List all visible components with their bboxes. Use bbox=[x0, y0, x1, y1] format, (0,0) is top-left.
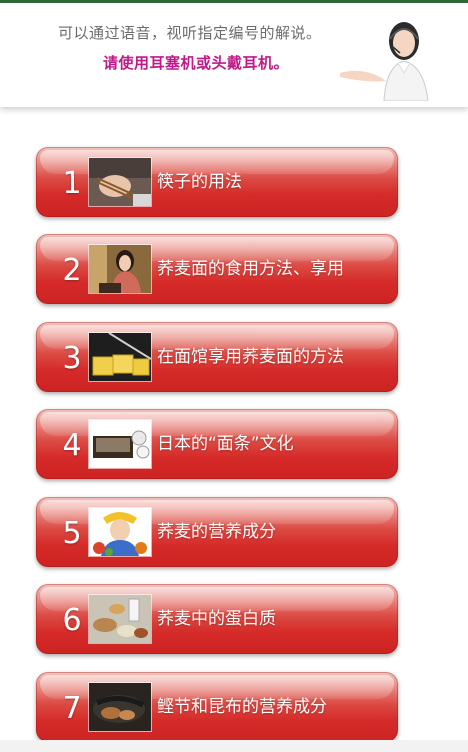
zaru-soba-photo bbox=[88, 419, 152, 469]
item-number: 5 bbox=[62, 516, 82, 551]
item-label: 在面馆享用荞麦面的方法 bbox=[157, 347, 344, 367]
bottom-strip bbox=[0, 740, 468, 752]
item-number: 4 bbox=[62, 428, 82, 463]
protein-foods-photo bbox=[88, 594, 152, 644]
item-label: 荞麦中的蛋白质 bbox=[157, 609, 276, 629]
item-number: 7 bbox=[62, 691, 82, 726]
menu-item-3[interactable]: 3 在面馆享用荞麦面的方法 bbox=[36, 322, 398, 392]
header-instruction-text: 可以通过语音，视听指定编号的解说。 bbox=[58, 24, 322, 42]
item-label: 荞麦面的食用方法、享用 bbox=[157, 259, 344, 279]
katsuobushi-kombu-photo bbox=[88, 682, 152, 732]
menu-item-6[interactable]: 6 荞麦中的蛋白质 bbox=[36, 584, 398, 654]
item-label: 日本的“面条”文化 bbox=[157, 434, 294, 454]
tamagoyaki-photo bbox=[88, 332, 152, 382]
menu-item-7[interactable]: 7 鲣节和昆布的营养成分 bbox=[36, 672, 398, 742]
item-number: 3 bbox=[62, 341, 82, 376]
child-with-vegetables-photo bbox=[88, 507, 152, 557]
header-headphone-notice: 请使用耳塞机或头戴耳机。 bbox=[103, 54, 290, 72]
header-banner: 可以通过语音，视听指定编号的解说。 请使用耳塞机或头戴耳机。 bbox=[0, 3, 468, 107]
menu-item-1[interactable]: 1 筷子的用法 bbox=[36, 147, 398, 217]
headset-operator-illustration bbox=[340, 22, 429, 101]
item-number: 2 bbox=[62, 253, 82, 288]
menu-item-4[interactable]: 4 日本的“面条”文化 bbox=[36, 409, 398, 479]
menu-item-5[interactable]: 5 荞麦的营养成分 bbox=[36, 497, 398, 567]
item-label: 筷子的用法 bbox=[157, 172, 242, 192]
item-label: 荞麦的营养成分 bbox=[157, 522, 276, 542]
item-number: 6 bbox=[62, 603, 82, 638]
item-number: 1 bbox=[62, 166, 82, 201]
menu-item-2[interactable]: 2 荞麦面的食用方法、享用 bbox=[36, 234, 398, 304]
woman-eating-soba-photo bbox=[88, 244, 152, 294]
chopsticks-photo bbox=[88, 157, 152, 207]
item-label: 鲣节和昆布的营养成分 bbox=[157, 697, 327, 717]
